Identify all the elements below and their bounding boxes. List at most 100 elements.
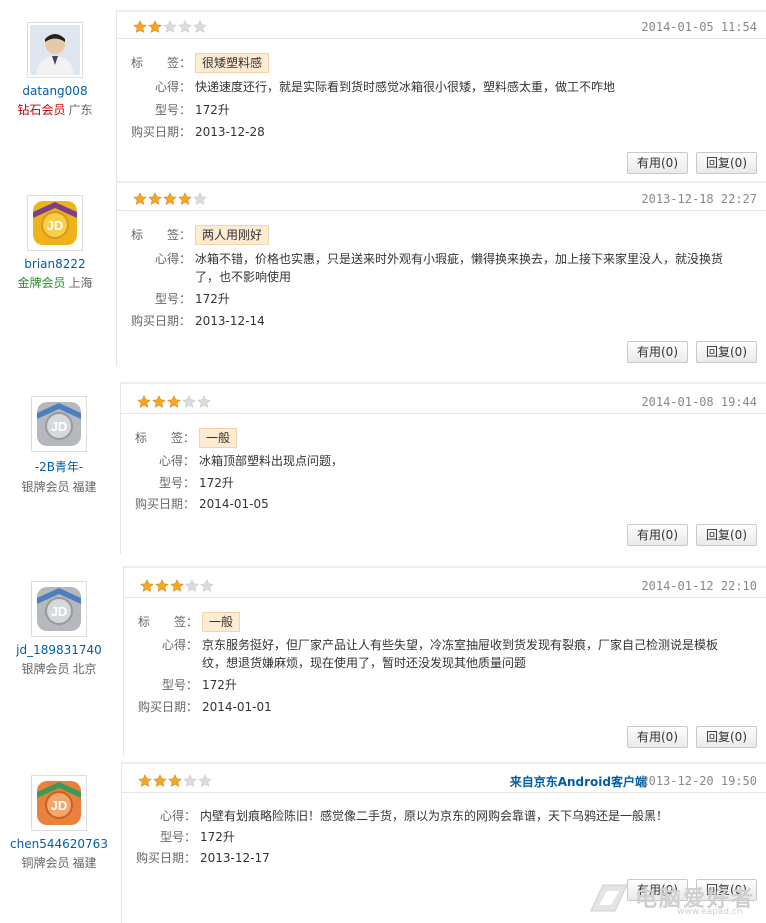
model-label: 型号： (158, 476, 195, 490)
useful-button[interactable]: 有用(0) (627, 524, 688, 546)
tag-label: 标 签： (130, 56, 191, 70)
purchase-date-value: 2013-12-28 (195, 125, 265, 139)
star-filled-icon (163, 192, 177, 205)
reply-button[interactable]: 回复(0) (696, 341, 757, 363)
star-empty-icon (163, 20, 177, 33)
gold-jd-badge-icon: JD (33, 201, 77, 245)
useful-button[interactable]: 有用(0) (627, 152, 688, 174)
purchase-date-label: 购买日期： (135, 851, 196, 865)
review-panel: 2014-01-05 11:54 标 签： 很矮塑料感 心得： 快递速度还行，就是实… (116, 10, 766, 180)
star-filled-icon (178, 192, 192, 205)
username-link[interactable]: chen544620763 (4, 837, 114, 851)
location: 广东 (68, 103, 93, 117)
star-filled-icon (155, 579, 169, 592)
model-value: 172升 (200, 830, 235, 844)
star-filled-icon (152, 395, 166, 408)
svg-text:JD: JD (51, 419, 68, 434)
model-label: 型号： (161, 678, 198, 692)
star-empty-icon (200, 579, 214, 592)
avatar[interactable]: JD (31, 775, 87, 831)
review-date: 2013-12-18 22:27 (641, 192, 757, 206)
reply-button[interactable]: 回复(0) (696, 524, 757, 546)
experience-label: 心得： (154, 80, 191, 94)
star-filled-icon (148, 192, 162, 205)
review-item: JD brian8222 金牌会员 上海 2013-12-18 22:27 标 签… (0, 181, 766, 366)
review-tag: 一般 (199, 428, 238, 448)
purchase-date-label: 购买日期： (130, 125, 191, 139)
review-panel: 2014-01-08 19:44 标 签： 一般 心得： 冰箱顶部塑料出现点问题， … (120, 382, 766, 554)
review-item: JD jd_189831740 银牌会员 北京 2014-01-12 22:10 … (0, 566, 766, 756)
rating-stars (133, 20, 207, 34)
star-empty-icon (182, 395, 196, 408)
svg-text:JD: JD (51, 798, 68, 813)
rating-stars (138, 774, 212, 788)
star-filled-icon (167, 395, 181, 408)
review-panel: 2013-12-18 22:27 标 签： 两人用刚好 心得： 冰箱不错，价格也实惠… (116, 181, 766, 366)
reviewer-info: JD brian8222 金牌会员 上海 (0, 195, 110, 291)
star-empty-icon (185, 579, 199, 592)
experience-text: 冰箱顶部塑料出现点问题， (199, 454, 344, 468)
review-panel: 2014-01-12 22:10 标 签： 一般 心得： 京东服务挺好，但厂家产品让… (123, 566, 766, 756)
silver-jd-badge-icon: JD (37, 402, 81, 446)
member-level: 银牌会员 (21, 662, 70, 676)
avatar[interactable]: JD (31, 396, 87, 452)
review-date: 2014-01-08 19:44 (641, 395, 757, 409)
model-value: 172升 (199, 476, 234, 490)
avatar[interactable]: JD (27, 195, 83, 251)
reviewer-info: JD jd_189831740 银牌会员 北京 (4, 581, 114, 677)
model-label: 型号： (154, 292, 191, 306)
member-level: 钻石会员 (17, 103, 66, 117)
purchase-date-label: 购买日期： (130, 314, 191, 328)
source-link[interactable]: 来自京东Android客户端 (510, 773, 647, 790)
model-value: 172升 (202, 678, 237, 692)
username-link[interactable]: -2B青年- (4, 458, 114, 475)
star-empty-icon (193, 20, 207, 33)
model-label: 型号： (154, 103, 191, 117)
review-tag: 一般 (202, 612, 241, 632)
experience-text: 快递速度还行，就是实际看到货时感觉冰箱很小很矮，塑料感太重，做工不咋地 (195, 80, 616, 94)
avatar[interactable]: JD (31, 581, 87, 637)
purchase-date-value: 2013-12-14 (195, 314, 265, 328)
star-filled-icon (168, 774, 182, 787)
star-empty-icon (193, 192, 207, 205)
experience-label: 心得： (159, 809, 196, 823)
purchase-date-label: 购买日期： (137, 700, 198, 714)
username-link[interactable]: brian8222 (0, 257, 110, 271)
reviewer-info: datang008 钻石会员 广东 (0, 22, 110, 118)
purchase-date-value: 2014-01-01 (202, 700, 272, 714)
rating-stars (140, 579, 214, 593)
purchase-date-label: 购买日期： (134, 497, 195, 511)
experience-text: 内壁有划痕略险陈旧！感觉像二手货，原以为京东的网购会靠谱，天下乌鸦还是一般黑！ (200, 809, 669, 823)
rating-stars (133, 192, 207, 206)
reply-button[interactable]: 回复(0) (696, 152, 757, 174)
site-watermark: 电脑爱好者 www.eapad.cn (587, 881, 762, 917)
svg-text:JD: JD (47, 218, 64, 233)
review-date: 2013-12-20 19:50 (641, 774, 757, 788)
rating-stars (137, 395, 211, 409)
useful-button[interactable]: 有用(0) (627, 726, 688, 748)
useful-button[interactable]: 有用(0) (627, 341, 688, 363)
star-filled-icon (138, 774, 152, 787)
reviewer-info: JD -2B青年- 银牌会员 福建 (4, 396, 114, 495)
silver-jd-badge-icon: JD (37, 587, 81, 631)
avatar[interactable] (27, 22, 83, 78)
location: 北京 (72, 662, 97, 676)
star-empty-icon (178, 20, 192, 33)
reply-button[interactable]: 回复(0) (696, 726, 757, 748)
tag-label: 标 签： (130, 228, 191, 242)
review-date: 2014-01-12 22:10 (641, 579, 757, 593)
model-label: 型号： (159, 830, 196, 844)
star-empty-icon (198, 774, 212, 787)
username-link[interactable]: jd_189831740 (4, 643, 114, 657)
person-photo-icon (30, 25, 80, 75)
experience-label: 心得： (161, 638, 198, 652)
bronze-jd-badge-icon: JD (37, 781, 81, 825)
star-filled-icon (137, 395, 151, 408)
username-link[interactable]: datang008 (0, 84, 110, 98)
star-filled-icon (133, 20, 147, 33)
member-level: 金牌会员 (17, 276, 66, 290)
experience-label: 心得： (154, 252, 191, 266)
star-filled-icon (170, 579, 184, 592)
star-empty-icon (183, 774, 197, 787)
purchase-date-value: 2014-01-05 (199, 497, 269, 511)
